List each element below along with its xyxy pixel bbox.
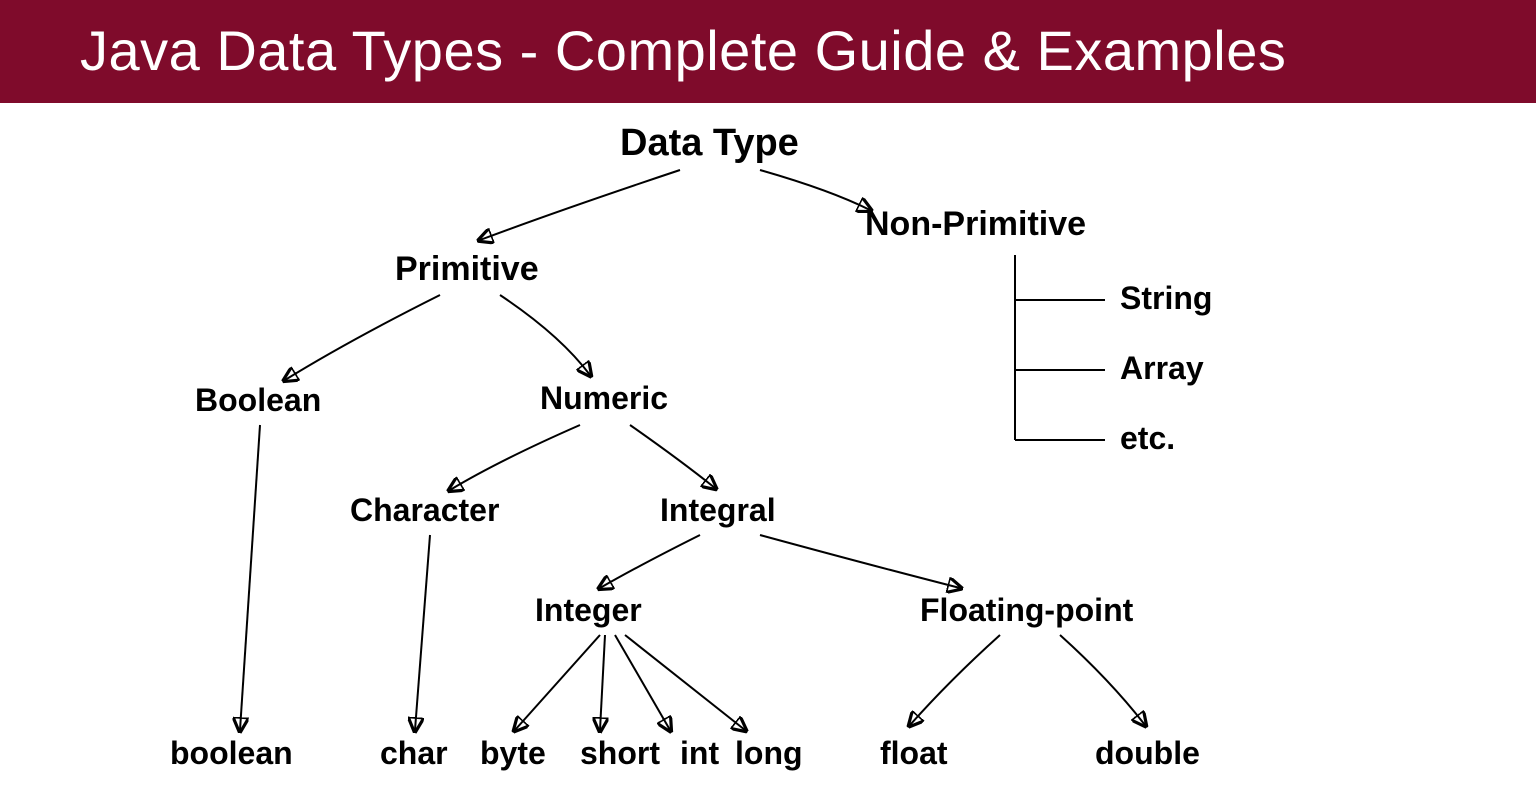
node-floating-branch: Floating-point xyxy=(920,592,1133,629)
leaf-boolean: boolean xyxy=(170,735,293,772)
np-string: String xyxy=(1120,280,1212,317)
node-numeric-branch: Numeric xyxy=(540,380,668,417)
node-character-branch: Character xyxy=(350,492,499,529)
node-boolean-branch: Boolean xyxy=(195,382,321,419)
np-etc: etc. xyxy=(1120,420,1175,457)
page-title-bar: Java Data Types - Complete Guide & Examp… xyxy=(0,0,1536,103)
leaf-double: double xyxy=(1095,735,1200,772)
diagram-connectors xyxy=(0,110,1536,794)
leaf-byte: byte xyxy=(480,735,546,772)
data-type-diagram: Data Type Primitive Non-Primitive Boolea… xyxy=(0,110,1536,794)
np-array: Array xyxy=(1120,350,1204,387)
leaf-long: long xyxy=(735,735,803,772)
node-non-primitive: Non-Primitive xyxy=(865,205,1086,244)
node-data-type: Data Type xyxy=(620,122,799,165)
node-integral-branch: Integral xyxy=(660,492,776,529)
leaf-short: short xyxy=(580,735,660,772)
leaf-int: int xyxy=(680,735,719,772)
leaf-float: float xyxy=(880,735,948,772)
page-root: Java Data Types - Complete Guide & Examp… xyxy=(0,0,1536,794)
node-primitive: Primitive xyxy=(395,250,539,289)
node-integer-branch: Integer xyxy=(535,592,642,629)
page-title: Java Data Types - Complete Guide & Examp… xyxy=(80,19,1286,82)
leaf-char: char xyxy=(380,735,448,772)
